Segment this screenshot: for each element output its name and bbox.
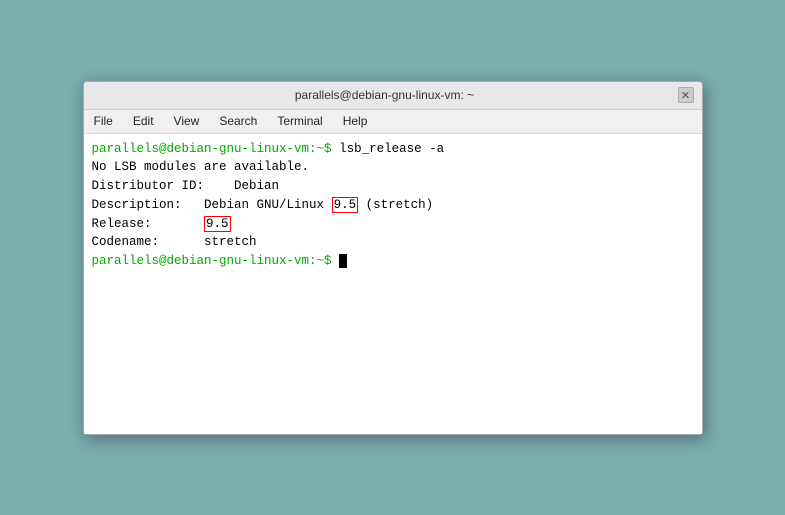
terminal-output-5: Codename: stretch [92,233,694,252]
terminal-body[interactable]: parallels@debian-gnu-linux-vm:~$ lsb_rel… [84,134,702,434]
command-1: lsb_release -a [339,142,444,156]
menu-help[interactable]: Help [339,113,372,129]
titlebar: parallels@debian-gnu-linux-vm: ~ ✕ [84,82,702,110]
window-title: parallels@debian-gnu-linux-vm: ~ [92,88,678,102]
version-highlight-description: 9.5 [332,197,359,213]
terminal-output-1: No LSB modules are available. [92,158,694,177]
menu-search[interactable]: Search [215,113,261,129]
menubar: File Edit View Search Terminal Help [84,110,702,134]
menu-terminal[interactable]: Terminal [273,113,326,129]
prompt-2: parallels@debian-gnu-linux-vm:~$ [92,254,340,268]
menu-edit[interactable]: Edit [129,113,158,129]
version-highlight-release: 9.5 [204,216,231,232]
terminal-line-1: parallels@debian-gnu-linux-vm:~$ lsb_rel… [92,140,694,159]
cursor [339,254,347,268]
terminal-window: parallels@debian-gnu-linux-vm: ~ ✕ File … [83,81,703,435]
menu-view[interactable]: View [170,113,204,129]
prompt-1: parallels@debian-gnu-linux-vm:~$ [92,142,340,156]
terminal-line-2: parallels@debian-gnu-linux-vm:~$ [92,252,694,271]
close-button[interactable]: ✕ [678,87,694,103]
terminal-output-3: Description: Debian GNU/Linux 9.5 (stret… [92,196,694,215]
terminal-output-2: Distributor ID: Debian [92,177,694,196]
menu-file[interactable]: File [90,113,117,129]
terminal-output-4: Release: 9.5 [92,215,694,234]
